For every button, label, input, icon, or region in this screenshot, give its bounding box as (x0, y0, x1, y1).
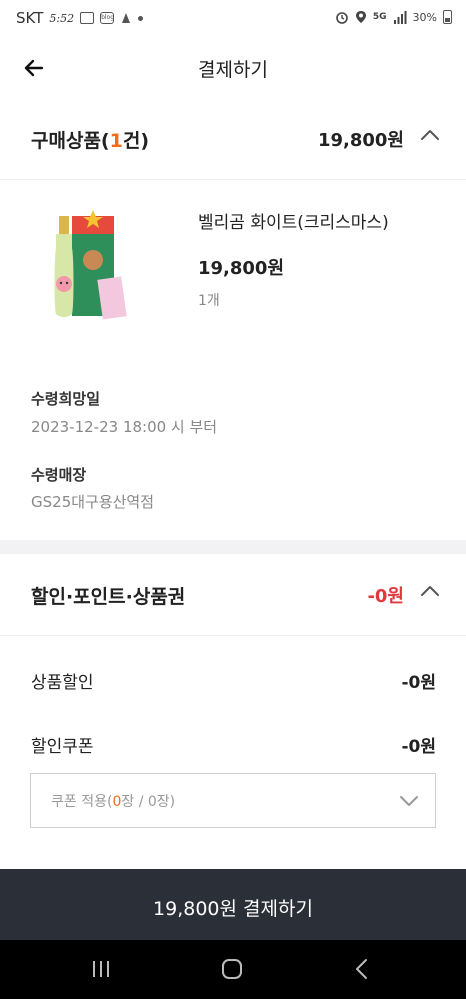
back-nav-icon[interactable] (347, 956, 377, 982)
product-quantity: 1개 (198, 293, 220, 309)
coupon-value: -0원 (401, 737, 436, 757)
coupon-select[interactable]: 쿠폰 적용(0장 / 0장) (30, 773, 436, 828)
pickup-store-value: GS25대구용산역점 (31, 493, 155, 511)
home-icon[interactable] (217, 956, 247, 982)
purchase-title-prefix: 구매상품( (31, 130, 110, 152)
gesture-icon (122, 13, 131, 23)
purchase-total-amount: 19,800원 (317, 130, 404, 151)
product-discount-label: 상품할인 (31, 673, 94, 693)
section-divider (0, 540, 466, 554)
status-bar: SKT 5:52 blog 5G 30% (0, 0, 466, 38)
blog-icon: blog (100, 12, 115, 24)
pickup-store-label: 수령매장 (31, 466, 87, 484)
gallery-icon (80, 12, 95, 24)
status-bar-right: 5G 30% (335, 10, 452, 24)
product-price: 19,800원 (198, 258, 285, 279)
notification-dot-icon (138, 15, 144, 21)
coupon-label: 할인쿠폰 (31, 737, 94, 757)
chevron-up-icon[interactable] (420, 128, 440, 142)
product-discount-value: -0원 (401, 673, 436, 693)
discount-total-amount: -0원 (367, 586, 404, 607)
coupon-select-prefix: 쿠폰 적용( (51, 794, 113, 810)
purchase-title-suffix: 건) (122, 130, 150, 152)
location-icon (355, 11, 366, 23)
battery-percent: 30% (412, 10, 437, 24)
purchase-section-title: 구매상품(1건) (31, 126, 149, 153)
product-item: 벨리곰 화이트(크리스마스) 19,800원 1개 수령희망일 2023-12-… (0, 180, 466, 540)
discount-section-header[interactable]: 할인·포인트·상품권 -0원 (0, 554, 466, 636)
coupon-select-text: 쿠폰 적용(0장 / 0장) (51, 791, 175, 811)
chevron-down-icon (400, 796, 418, 806)
purchase-count: 1 (109, 130, 123, 152)
page-title: 결제하기 (198, 59, 268, 81)
carrier-label: SKT (16, 9, 44, 27)
pay-button[interactable]: 19,800원 결제하기 (0, 869, 466, 940)
signal-icon (393, 10, 407, 24)
pickup-date-label: 수령희망일 (31, 390, 101, 408)
recent-apps-icon[interactable] (86, 956, 116, 982)
network-type-label: 5G (372, 12, 387, 22)
clock: 5:52 (49, 11, 75, 25)
status-bar-left: SKT 5:52 blog (16, 9, 144, 27)
product-name: 벨리곰 화이트(크리스마스) (198, 213, 389, 233)
system-nav-bar (0, 940, 466, 999)
product-image (54, 210, 127, 320)
chevron-up-icon[interactable] (420, 584, 440, 598)
purchase-section-header[interactable]: 구매상품(1건) 19,800원 (0, 98, 466, 180)
battery-icon (443, 10, 452, 24)
pay-button-label: 19,800원 결제하기 (153, 898, 313, 920)
pickup-date-value: 2023-12-23 18:00 시 부터 (31, 418, 218, 436)
discount-section-title: 할인·포인트·상품권 (31, 586, 186, 608)
coupon-select-suffix: 장 / 0장) (121, 794, 176, 810)
alarm-icon (336, 12, 348, 24)
app-header: 결제하기 (0, 38, 466, 98)
